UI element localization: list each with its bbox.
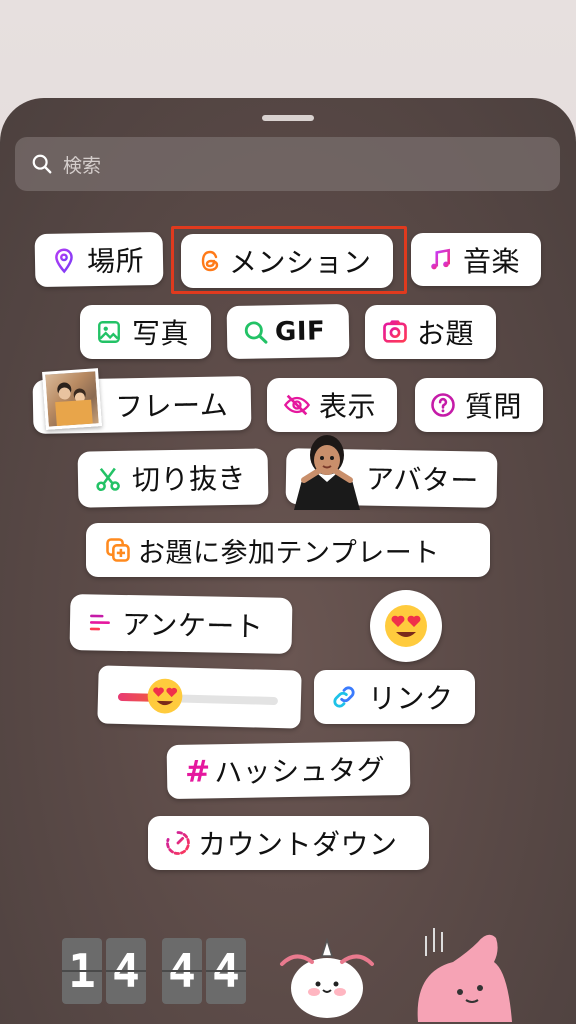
hashtag-sticker[interactable]: # ハッシュタグ (166, 740, 411, 800)
poll-icon (89, 614, 110, 631)
location-sticker[interactable]: 場所 (34, 231, 164, 288)
emoji-slider-sticker[interactable] (97, 665, 302, 729)
question-label: 質問 (465, 390, 523, 423)
poll-sticker[interactable]: アンケート (69, 594, 293, 654)
question-prompt-label: お題 (417, 317, 475, 350)
search-icon (244, 320, 268, 344)
question-icon (431, 393, 455, 417)
avatar-label: アバター (365, 462, 480, 498)
scissors-icon (96, 467, 120, 492)
clock-digit: 4 (162, 938, 202, 1004)
clock-digit: 4 (206, 938, 246, 1004)
time-sticker[interactable]: 1 4 4 4 (62, 938, 246, 1004)
emoji-reaction-sticker[interactable] (370, 590, 442, 662)
show-label: 表示 (319, 390, 377, 423)
countdown-label: カウントダウン (198, 828, 398, 861)
pin-icon (55, 248, 73, 273)
countdown-sticker[interactable]: カウントダウン (148, 816, 429, 870)
show-sticker[interactable]: 表示 (267, 378, 397, 432)
music-label: 音楽 (463, 244, 521, 278)
character-sticker-right[interactable] (408, 922, 518, 1022)
avatar-figure-image (288, 430, 366, 510)
poll-label: アンケート (121, 607, 264, 644)
character-sticker-left[interactable] (276, 930, 378, 1020)
heart-eyes-emoji-icon (385, 605, 427, 647)
question-sticker[interactable]: 質問 (415, 378, 543, 432)
search-placeholder: 検索 (63, 154, 102, 177)
countdown-icon (166, 831, 190, 855)
gif-sticker[interactable]: GIF (226, 303, 350, 360)
clock-digit: 1 (62, 938, 102, 1004)
plus-square-icon (106, 538, 130, 562)
selection-highlight (171, 226, 407, 294)
sticker-tray: 検索 場所 メンション 音楽 写真 GIF お題 フレーム 表示 質問 切り抜き… (0, 98, 576, 1024)
image-icon (98, 321, 120, 343)
link-label: リンク (368, 682, 454, 715)
link-sticker[interactable]: リンク (314, 670, 475, 724)
eye-slash-icon (283, 394, 311, 416)
frame-photo-image (42, 368, 102, 430)
frame-label: フレーム (114, 388, 229, 424)
heart-eyes-emoji-icon[interactable] (146, 677, 185, 716)
link-icon (333, 686, 355, 708)
cutout-label: 切り抜き (131, 461, 247, 497)
search-bar[interactable]: 検索 (15, 137, 560, 191)
drag-handle[interactable] (262, 115, 314, 121)
slider-track[interactable] (117, 692, 279, 706)
photo-sticker[interactable]: 写真 (80, 305, 211, 359)
gif-label: GIF (274, 315, 326, 347)
question-prompt-sticker[interactable]: お題 (365, 305, 496, 359)
cutout-sticker[interactable]: 切り抜き (77, 448, 269, 508)
hash-icon: # (184, 753, 211, 790)
location-label: 場所 (86, 243, 145, 278)
camera-icon (383, 320, 407, 343)
add-yours-template-sticker[interactable]: お題に参加テンプレート (86, 523, 490, 577)
hashtag-label: ハッシュタグ (213, 753, 386, 790)
clock-digit: 4 (106, 938, 146, 1004)
add-yours-template-label: お題に参加テンプレート (138, 537, 440, 569)
search-icon (32, 154, 52, 174)
photo-label: 写真 (132, 317, 190, 350)
music-note-icon (431, 248, 450, 269)
music-sticker[interactable]: 音楽 (411, 233, 541, 286)
